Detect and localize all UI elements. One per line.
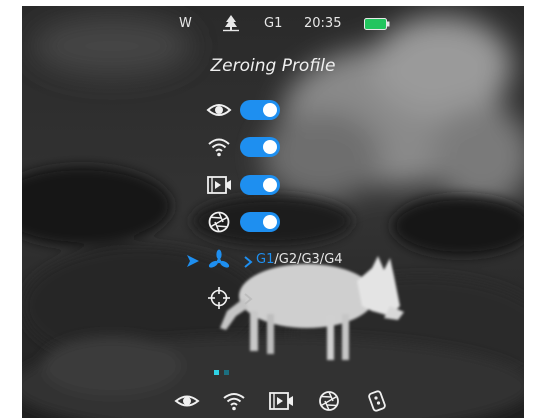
- device-screen: W G1 20:35 Zeroing Profile G1/G2/G3/G4: [22, 6, 524, 418]
- status-bar: W G1 20:35: [22, 14, 524, 32]
- tree-icon: [222, 14, 240, 32]
- active-profile-indicator: G1: [264, 16, 283, 31]
- remote-icon[interactable]: [364, 390, 390, 412]
- toggle-knob: [263, 178, 277, 192]
- video-record-icon[interactable]: [268, 390, 294, 412]
- video-record-icon: [206, 173, 232, 197]
- page-title: Zeroing Profile: [210, 56, 336, 76]
- display-toggle[interactable]: [240, 100, 280, 120]
- setting-row-aperture: [22, 210, 524, 234]
- selection-arrow-icon: [186, 253, 200, 269]
- setting-row-video-record: [22, 173, 524, 197]
- setting-row-display: [22, 98, 524, 122]
- reticle-row[interactable]: [22, 286, 524, 310]
- wifi-icon: [206, 135, 232, 159]
- crosshair-icon: [206, 286, 232, 310]
- profile-selector-row[interactable]: G1/G2/G3/G4: [22, 249, 524, 273]
- other-profiles[interactable]: /G2/G3/G4: [274, 252, 342, 267]
- aperture-icon: [206, 210, 232, 234]
- aperture-toggle[interactable]: [240, 212, 280, 232]
- toggle-knob: [263, 215, 277, 229]
- wifi-toggle[interactable]: [240, 137, 280, 157]
- clock: 20:35: [304, 16, 342, 31]
- page-indicator: [214, 362, 230, 375]
- wind-indicator: W: [179, 16, 192, 31]
- bottom-bar: [22, 386, 524, 416]
- eye-icon[interactable]: [174, 390, 200, 412]
- wifi-icon[interactable]: [221, 390, 247, 412]
- profile-options[interactable]: G1/G2/G3/G4: [256, 252, 343, 267]
- setting-row-wifi: [22, 135, 524, 159]
- eye-icon: [206, 98, 232, 122]
- fan-icon: [206, 249, 232, 273]
- toggle-knob: [263, 140, 277, 154]
- chevron-right-icon: [242, 254, 254, 268]
- aperture-icon[interactable]: [316, 390, 342, 412]
- video-record-toggle[interactable]: [240, 175, 280, 195]
- toggle-knob: [263, 103, 277, 117]
- battery-icon: [364, 17, 390, 31]
- selected-profile[interactable]: G1: [256, 252, 274, 267]
- chevron-right-icon: [242, 291, 254, 305]
